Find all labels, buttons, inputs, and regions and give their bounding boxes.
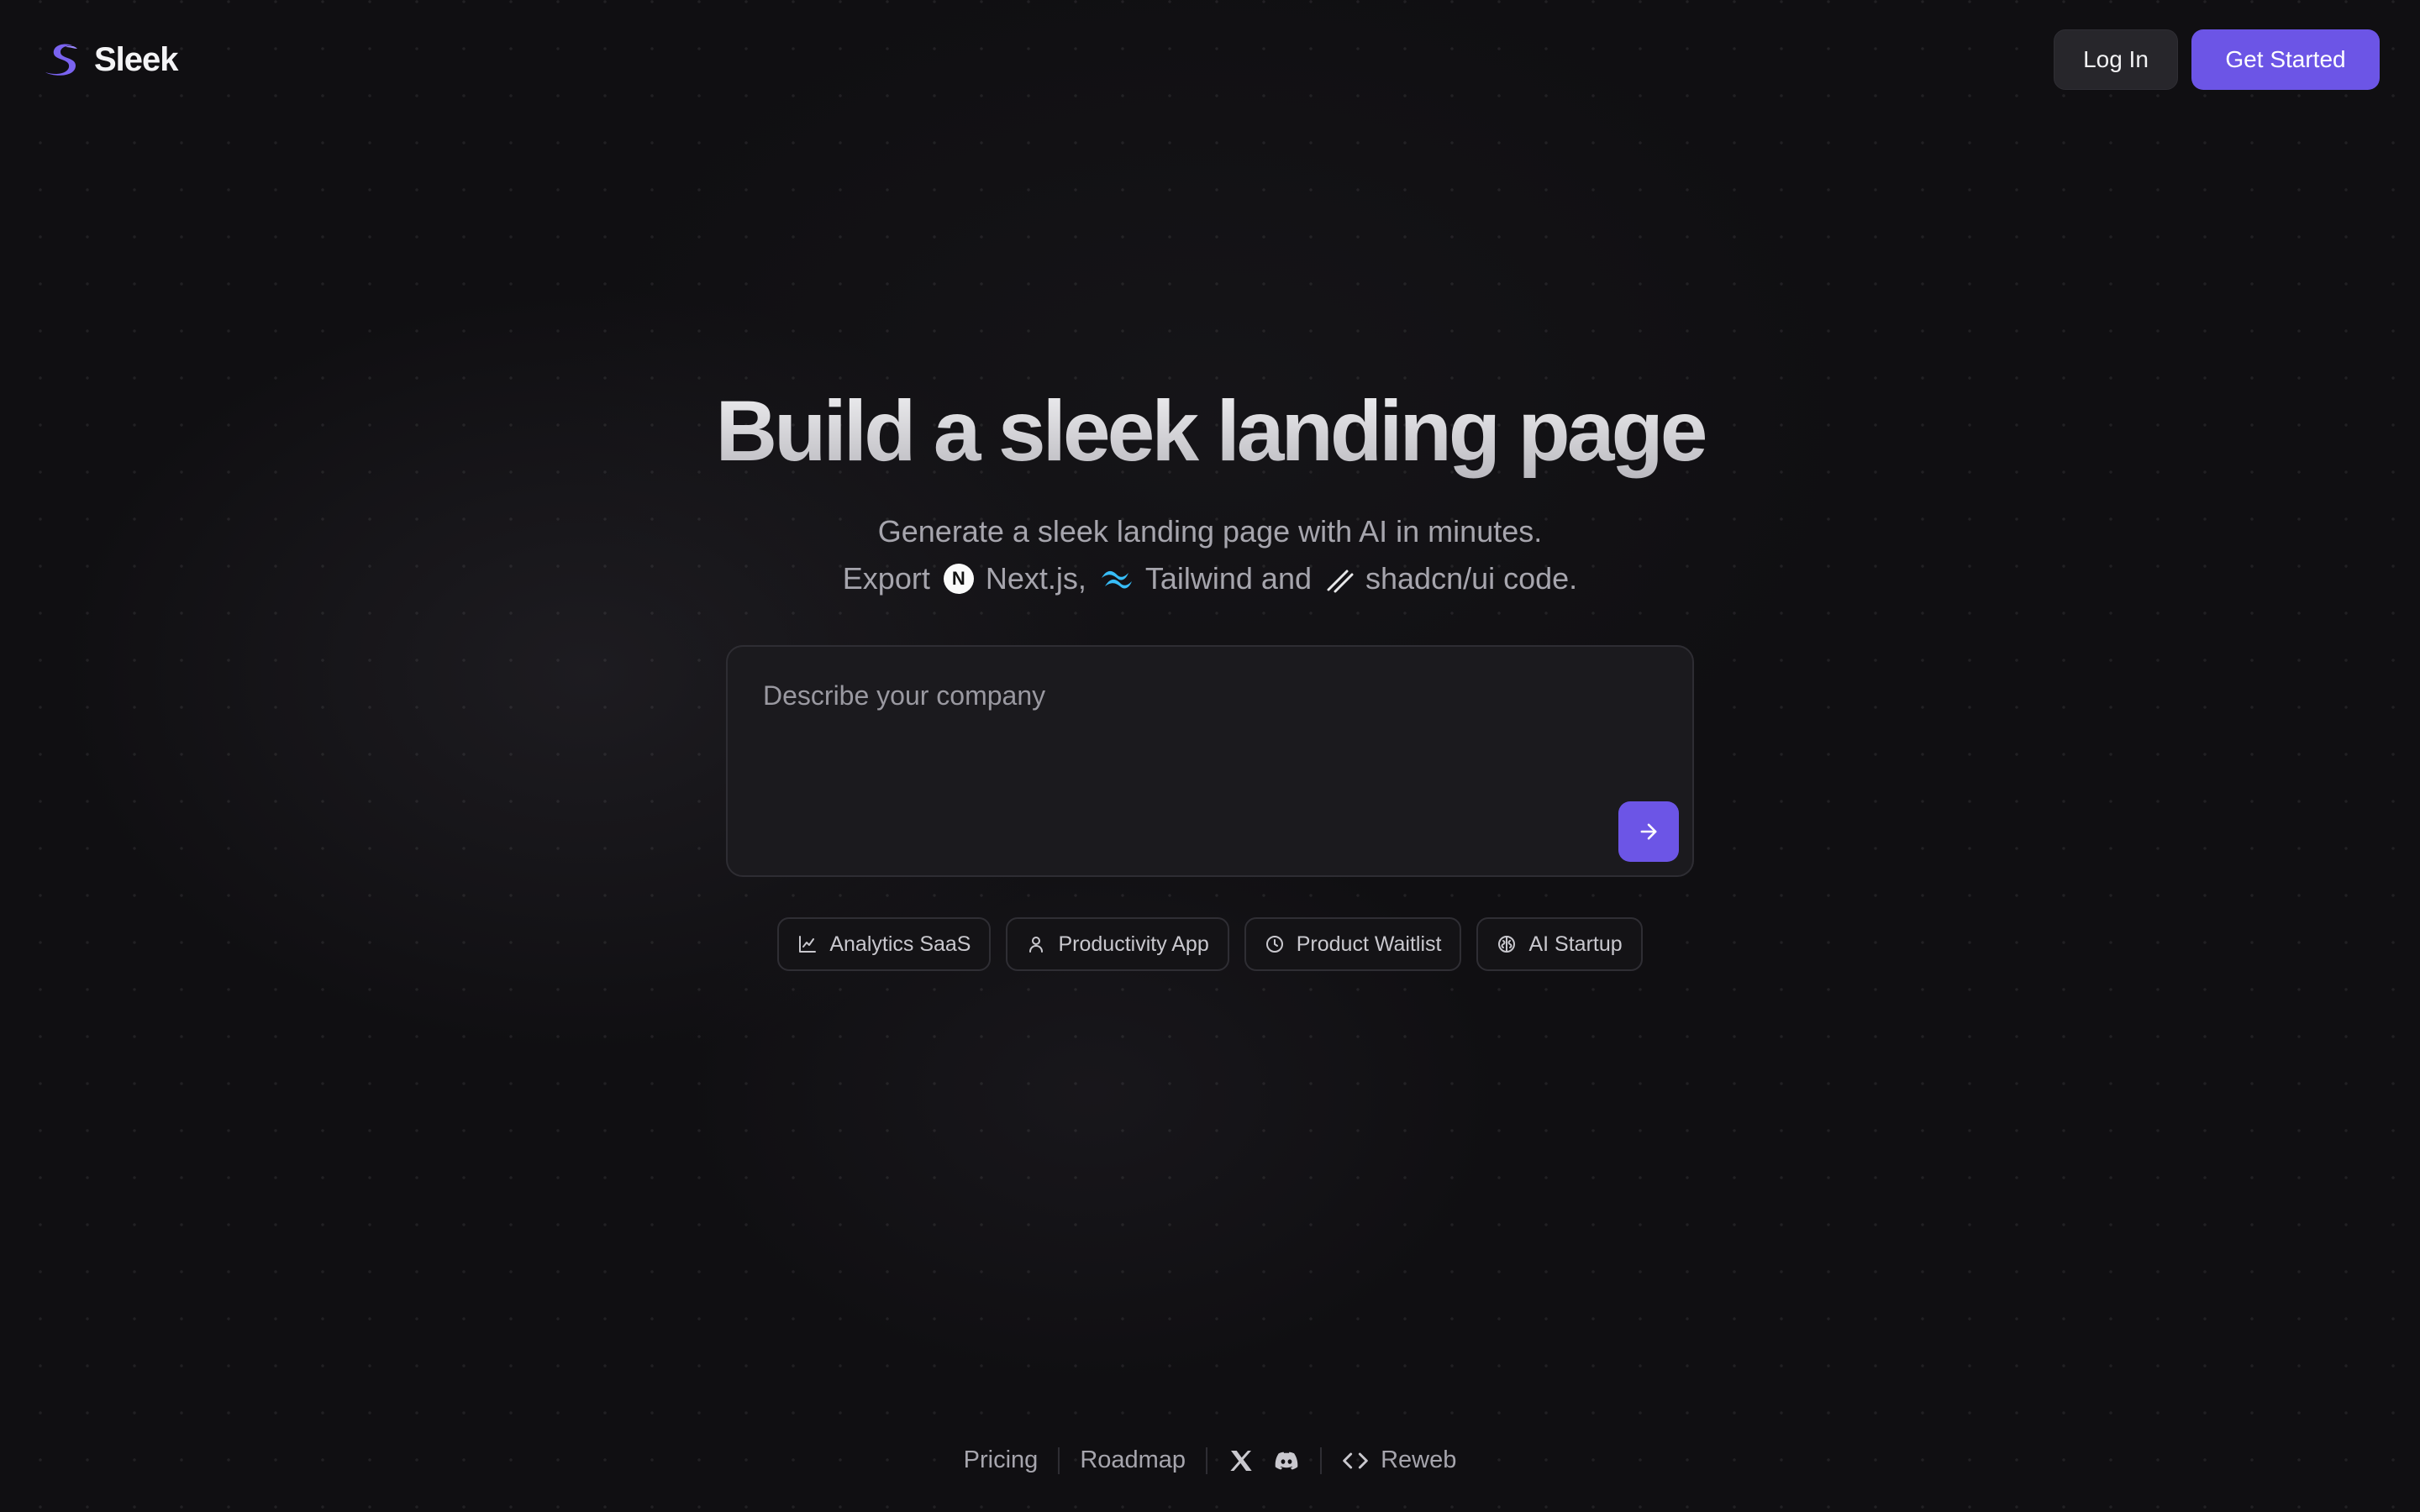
suggestion-ai-startup[interactable]: AI Startup [1476,917,1643,971]
arrow-right-icon [1640,823,1657,840]
tailwind-label: Tailwind and [1144,561,1312,596]
x-twitter-icon[interactable] [1228,1447,1255,1474]
tech-shadcn: shadcn/ui code. [1325,561,1577,596]
nextjs-label: Next.js, [985,561,1086,596]
suggestion-product-waitlist[interactable]: Product Waitlist [1244,917,1462,971]
tech-nextjs: N Next.js, [943,561,1086,596]
sleek-logo-icon [45,44,77,76]
suggestion-productivity-app[interactable]: Productivity App [1006,917,1229,971]
suggestion-label: AI Startup [1528,932,1623,956]
login-button[interactable]: Log In [2054,29,2178,90]
shadcn-icon [1327,570,1354,593]
nextjs-icon: N [943,564,974,594]
footer-divider [1206,1446,1208,1474]
suggestion-label: Analytics SaaS [829,932,971,956]
social-links [1228,1447,1300,1474]
footer-roadmap-link[interactable]: Roadmap [1080,1446,1186,1474]
suggestion-label: Product Waitlist [1296,932,1442,956]
user-icon [1029,937,1044,953]
tailwind-icon [1101,570,1132,589]
prompt-panel [726,645,1694,877]
footer-pricing-link[interactable]: Pricing [964,1446,1039,1474]
get-started-button[interactable]: Get Started [2191,29,2380,90]
discord-icon[interactable] [1273,1447,1300,1474]
export-prefix: Export [842,561,930,596]
export-line: Export N Next.js, Tailwind and shadcn/ui… [0,561,2420,596]
hero-title: Build a sleek landing page [0,382,2420,480]
brand-logo[interactable]: Sleek [40,39,179,81]
brand-name: Sleek [94,40,179,78]
shadcn-label: shadcn/ui code. [1365,561,1578,596]
clock-icon [1265,936,1283,953]
hero-subtitle: Generate a sleek landing page with AI in… [877,514,1543,549]
chart-icon [799,936,817,953]
suggestion-label: Productivity App [1058,932,1209,956]
company-description-input[interactable] [761,679,1605,783]
footer-divider [1320,1446,1323,1474]
submit-button[interactable] [1618,801,1679,862]
code-icon [1343,1452,1368,1468]
tech-tailwind: Tailwind and [1100,561,1312,596]
ai-icon [1498,936,1516,953]
suggestion-analytics-saas[interactable]: Analytics SaaS [777,917,992,971]
footer-divider [1058,1446,1060,1474]
reweb-label: Reweb [1381,1446,1457,1473]
suggestion-chips: Analytics SaaS Productivity App Product … [0,917,2420,971]
footer-reweb-link[interactable]: Reweb [1342,1446,1456,1474]
footer: Pricing Roadmap Reweb [0,1446,2420,1474]
